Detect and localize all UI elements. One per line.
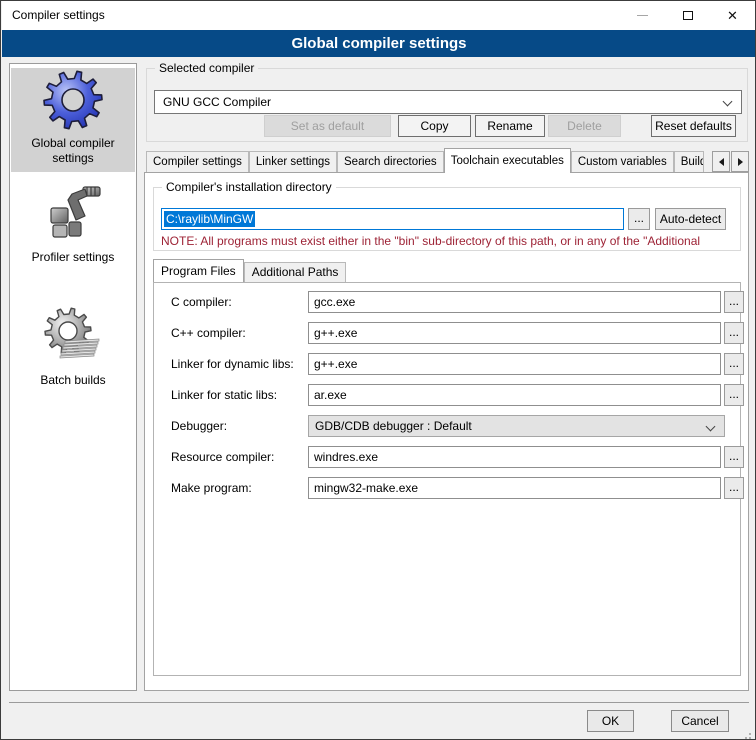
executable-value: mingw32-make.exe xyxy=(314,478,418,498)
tab-linker-settings[interactable]: Linker settings xyxy=(249,151,337,173)
program-tabs: Program FilesAdditional Paths xyxy=(153,259,346,282)
installation-directory-input[interactable]: C:\raylib\MinGW xyxy=(161,208,624,230)
caliper-icon xyxy=(41,182,105,246)
sidebar-item-label: Profiler settings xyxy=(11,248,135,271)
settings-tabs: Compiler settingsLinker settingsSearch d… xyxy=(146,148,749,173)
program-files-panel: C compiler: gcc.exe... C++ compiler: g++.ex… xyxy=(153,282,741,676)
ok-button[interactable]: OK xyxy=(587,710,634,732)
blue-gear-icon xyxy=(41,68,105,132)
executable-input[interactable]: gcc.exe xyxy=(308,291,721,313)
field-label: Linker for static libs: xyxy=(171,384,277,406)
tab-search-directories[interactable]: Search directories xyxy=(337,151,444,173)
field-label: C compiler: xyxy=(171,291,232,313)
browse-button[interactable]: ... xyxy=(724,384,744,406)
compiler-select[interactable]: GNU GCC Compiler xyxy=(154,90,742,114)
dialog-banner: Global compiler settings xyxy=(2,30,756,57)
installation-directory-value: C:\raylib\MinGW xyxy=(164,211,255,227)
sidebar-item-profiler-settings[interactable]: Profiler settings xyxy=(11,182,135,271)
field-label: Make program: xyxy=(171,477,252,499)
installation-directory-group-label: Compiler's installation directory xyxy=(162,180,336,194)
footer-divider xyxy=(9,702,749,703)
executable-value: ar.exe xyxy=(314,385,347,405)
cancel-button[interactable]: Cancel xyxy=(671,710,729,732)
tab-scroll-buttons xyxy=(711,151,749,172)
maximize-icon xyxy=(683,11,693,20)
resize-grip[interactable] xyxy=(749,733,751,735)
selected-compiler-group-label: Selected compiler xyxy=(155,61,258,75)
executable-value: windres.exe xyxy=(314,447,378,467)
close-icon: ✕ xyxy=(727,9,738,22)
tab-compiler-settings[interactable]: Compiler settings xyxy=(146,151,249,173)
sidebar-item-batch-builds[interactable]: Batch builds xyxy=(11,305,135,394)
browse-button[interactable]: ... xyxy=(724,477,744,499)
chevron-down-icon xyxy=(723,97,733,107)
compiler-select-value: GNU GCC Compiler xyxy=(163,91,271,113)
executable-value: g++.exe xyxy=(314,323,357,343)
settings-category-list: Global compiler settings Profiler setting… xyxy=(9,63,137,691)
tab-scroll-right-button[interactable] xyxy=(731,151,749,172)
reset-defaults-button[interactable]: Reset defaults xyxy=(651,115,736,137)
field-row: Resource compiler: windres.exe... xyxy=(154,446,742,468)
subtab-program-files[interactable]: Program Files xyxy=(153,259,244,282)
copy-button[interactable]: Copy xyxy=(398,115,471,137)
field-row: Linker for dynamic libs: g++.exe... xyxy=(154,353,742,375)
browse-button[interactable]: ... xyxy=(724,291,744,313)
sidebar-item-label: Batch builds xyxy=(11,371,135,394)
installation-directory-group: Compiler's installation directory C:\ray… xyxy=(153,187,741,251)
arrow-left-icon xyxy=(719,158,724,166)
sidebar-item-label: Global compiler settings xyxy=(11,134,135,172)
delete-button: Delete xyxy=(548,115,621,137)
auto-detect-button[interactable]: Auto-detect xyxy=(655,208,726,230)
executable-input[interactable]: g++.exe xyxy=(308,353,721,375)
debugger-select[interactable]: GDB/CDB debugger : Default xyxy=(308,415,725,437)
maximize-button[interactable] xyxy=(665,1,710,30)
executable-input[interactable]: g++.exe xyxy=(308,322,721,344)
executable-value: gcc.exe xyxy=(314,292,355,312)
debugger-select-value: GDB/CDB debugger : Default xyxy=(315,416,472,436)
set-as-default-button: Set as default xyxy=(264,115,391,137)
tab-scroll-left-button[interactable] xyxy=(712,151,730,172)
field-row: Debugger: GDB/CDB debugger : Default xyxy=(154,415,742,437)
tab-toolchain-executables[interactable]: Toolchain executables xyxy=(444,148,571,173)
browse-button[interactable]: ... xyxy=(724,446,744,468)
executable-input[interactable]: mingw32-make.exe xyxy=(308,477,721,499)
gear-stack-icon xyxy=(41,305,105,369)
titlebar[interactable]: Compiler settings ✕ xyxy=(2,1,755,30)
window-title: Compiler settings xyxy=(12,1,105,30)
compiler-settings-dialog: Compiler settings ✕ Global compiler sett… xyxy=(0,0,756,740)
compiler-actions: Set as default CopyRenameDelete Reset defa… xyxy=(147,115,749,137)
window-controls: ✕ xyxy=(620,1,755,30)
executable-input[interactable]: ar.exe xyxy=(308,384,721,406)
field-label: C++ compiler: xyxy=(171,322,246,344)
field-row: C++ compiler: g++.exe... xyxy=(154,322,742,344)
chevron-down-icon xyxy=(706,422,716,432)
bin-subdirectory-note: NOTE: All programs must exist either in … xyxy=(161,234,741,248)
selected-compiler-group: Selected compiler GNU GCC Compiler Set a… xyxy=(146,68,748,142)
tab-custom-variables[interactable]: Custom variables xyxy=(571,151,674,173)
tab-build-options[interactable]: Build options xyxy=(674,151,704,173)
field-row: Linker for static libs: ar.exe... xyxy=(154,384,742,406)
close-button[interactable]: ✕ xyxy=(710,1,755,30)
field-row: Make program: mingw32-make.exe... xyxy=(154,477,742,499)
executable-value: g++.exe xyxy=(314,354,357,374)
field-label: Linker for dynamic libs: xyxy=(171,353,294,375)
toolchain-executables-panel: Compiler's installation directory C:\ray… xyxy=(144,172,749,691)
browse-button[interactable]: ... xyxy=(724,322,744,344)
rename-button[interactable]: Rename xyxy=(475,115,545,137)
arrow-right-icon xyxy=(738,158,743,166)
field-label: Resource compiler: xyxy=(171,446,274,468)
minimize-button[interactable] xyxy=(620,1,665,30)
minimize-icon xyxy=(637,15,648,16)
field-row: C compiler: gcc.exe... xyxy=(154,291,742,313)
field-label: Debugger: xyxy=(171,415,227,437)
executable-input[interactable]: windres.exe xyxy=(308,446,721,468)
installation-directory-browse-button[interactable]: ... xyxy=(628,208,650,230)
sidebar-item-global-compiler-settings[interactable]: Global compiler settings xyxy=(11,68,135,172)
browse-button[interactable]: ... xyxy=(724,353,744,375)
subtab-additional-paths[interactable]: Additional Paths xyxy=(244,262,347,282)
